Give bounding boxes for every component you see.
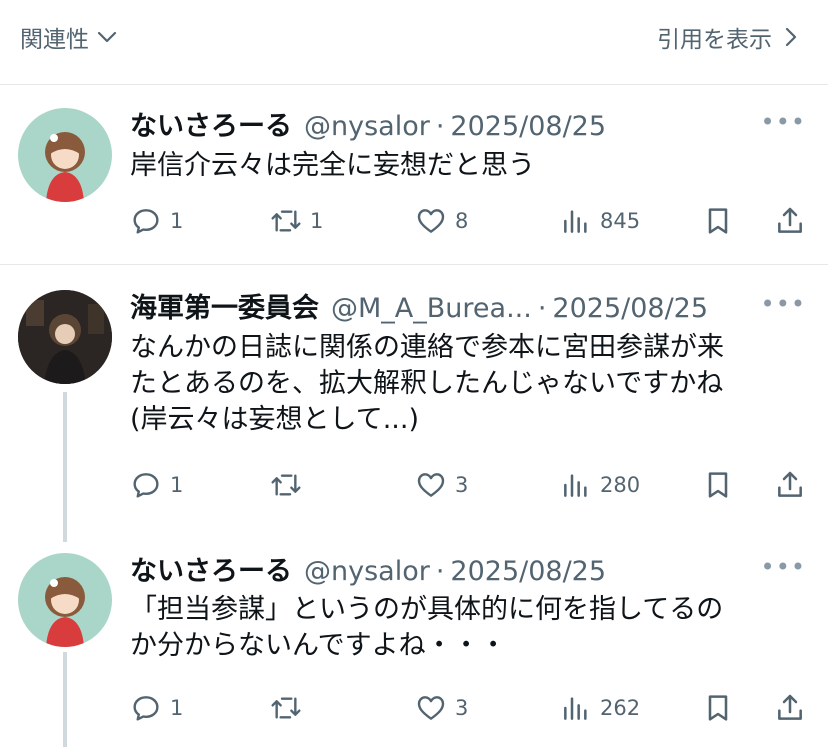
- chevron-down-icon: [97, 31, 117, 43]
- share-button[interactable]: [774, 690, 806, 726]
- display-name[interactable]: ないさろーる: [130, 549, 292, 588]
- reply-count: 1: [170, 209, 184, 233]
- bookmark-icon: [708, 695, 728, 721]
- like-button[interactable]: 3: [415, 690, 468, 726]
- views-button[interactable]: 845: [560, 203, 640, 239]
- sort-dropdown[interactable]: 関連性: [20, 20, 119, 54]
- reply-count: 1: [170, 473, 184, 497]
- like-count: 3: [455, 696, 469, 720]
- reply-button[interactable]: 1: [130, 467, 183, 503]
- share-button[interactable]: [774, 203, 806, 239]
- retweet-icon: [271, 474, 301, 496]
- reply-icon: [133, 473, 159, 498]
- view-quotes-label: 引用を表示: [657, 27, 772, 53]
- views-chart-icon: [564, 474, 587, 497]
- heart-icon: [417, 209, 445, 233]
- reply-icon: [133, 696, 159, 721]
- bookmark-icon: [708, 472, 728, 498]
- views-chart-icon: [564, 697, 587, 720]
- retweet-icon: [271, 697, 301, 719]
- more-options-icon[interactable]: •••: [761, 553, 806, 581]
- user-handle[interactable]: @M_A_Burea...: [331, 293, 532, 324]
- tweet-header: ないさろーる @nysalor · 2025/08/25: [130, 549, 606, 588]
- like-button[interactable]: 8: [415, 203, 468, 239]
- replies-header: 関連性 引用を表示: [0, 0, 828, 85]
- like-button[interactable]: 3: [415, 467, 468, 503]
- separator: ·: [435, 111, 445, 142]
- display-name[interactable]: ないさろーる: [130, 104, 292, 143]
- chevron-right-icon: [785, 27, 797, 47]
- view-quotes-link[interactable]: 引用を表示: [657, 20, 802, 54]
- tweet-actions: 1 1 8 845: [130, 203, 810, 239]
- tweet-header: 海軍第一委員会 @M_A_Burea... · 2025/08/25: [130, 286, 708, 325]
- share-icon: [778, 694, 802, 720]
- heart-icon: [417, 696, 445, 720]
- views-chart-icon: [564, 210, 587, 233]
- reply-count: 1: [170, 696, 184, 720]
- tweet-text: 岸信介云々は完全に妄想だと思う: [130, 150, 535, 181]
- tweet-actions: 1 3 262: [130, 690, 810, 726]
- reply-button[interactable]: 1: [130, 203, 183, 239]
- tweet-actions: 1 3 280: [130, 467, 810, 503]
- divider: [0, 264, 828, 265]
- more-options-icon[interactable]: •••: [761, 290, 806, 318]
- bookmark-button[interactable]: [702, 203, 734, 239]
- bookmark-button[interactable]: [702, 467, 734, 503]
- views-count: 280: [600, 473, 641, 497]
- retweet-button[interactable]: 1: [270, 203, 323, 239]
- user-handle[interactable]: @nysalor: [304, 556, 430, 587]
- retweet-button[interactable]: [270, 690, 310, 726]
- retweet-count: 1: [310, 209, 324, 233]
- like-count: 8: [455, 209, 469, 233]
- tweet-header: ないさろーる @nysalor · 2025/08/25: [130, 104, 606, 143]
- share-icon: [778, 471, 802, 497]
- share-icon: [778, 207, 802, 233]
- bookmark-icon: [708, 208, 728, 234]
- thread-connector: [63, 652, 67, 747]
- avatar[interactable]: [18, 108, 112, 202]
- avatar[interactable]: [18, 290, 112, 384]
- sort-label: 関連性: [20, 27, 89, 53]
- reply-button[interactable]: 1: [130, 690, 183, 726]
- separator: ·: [537, 293, 547, 324]
- tweet-text: なんかの日誌に関係の連絡で参本に宮田参謀が来 たとあるのを、拡大解釈したんじゃな…: [130, 332, 724, 435]
- share-button[interactable]: [774, 467, 806, 503]
- user-handle[interactable]: @nysalor: [304, 111, 430, 142]
- display-name[interactable]: 海軍第一委員会: [130, 286, 319, 325]
- reply-icon: [133, 209, 159, 234]
- retweet-button[interactable]: [270, 467, 310, 503]
- views-count: 845: [600, 209, 641, 233]
- tweet-date[interactable]: 2025/08/25: [450, 556, 606, 587]
- like-count: 3: [455, 473, 469, 497]
- retweet-icon: [271, 210, 301, 232]
- avatar[interactable]: [18, 553, 112, 647]
- heart-icon: [417, 473, 445, 497]
- thread-connector: [63, 392, 67, 542]
- views-button[interactable]: 262: [560, 690, 640, 726]
- separator: ·: [435, 556, 445, 587]
- bookmark-button[interactable]: [702, 690, 734, 726]
- views-button[interactable]: 280: [560, 467, 640, 503]
- tweet-date[interactable]: 2025/08/25: [552, 293, 708, 324]
- tweet-text: 「担当参謀」というのが具体的に何を指してるの か分からないんですよね・・・: [130, 594, 724, 661]
- views-count: 262: [600, 696, 641, 720]
- tweet-date[interactable]: 2025/08/25: [450, 111, 606, 142]
- more-options-icon[interactable]: •••: [761, 108, 806, 136]
